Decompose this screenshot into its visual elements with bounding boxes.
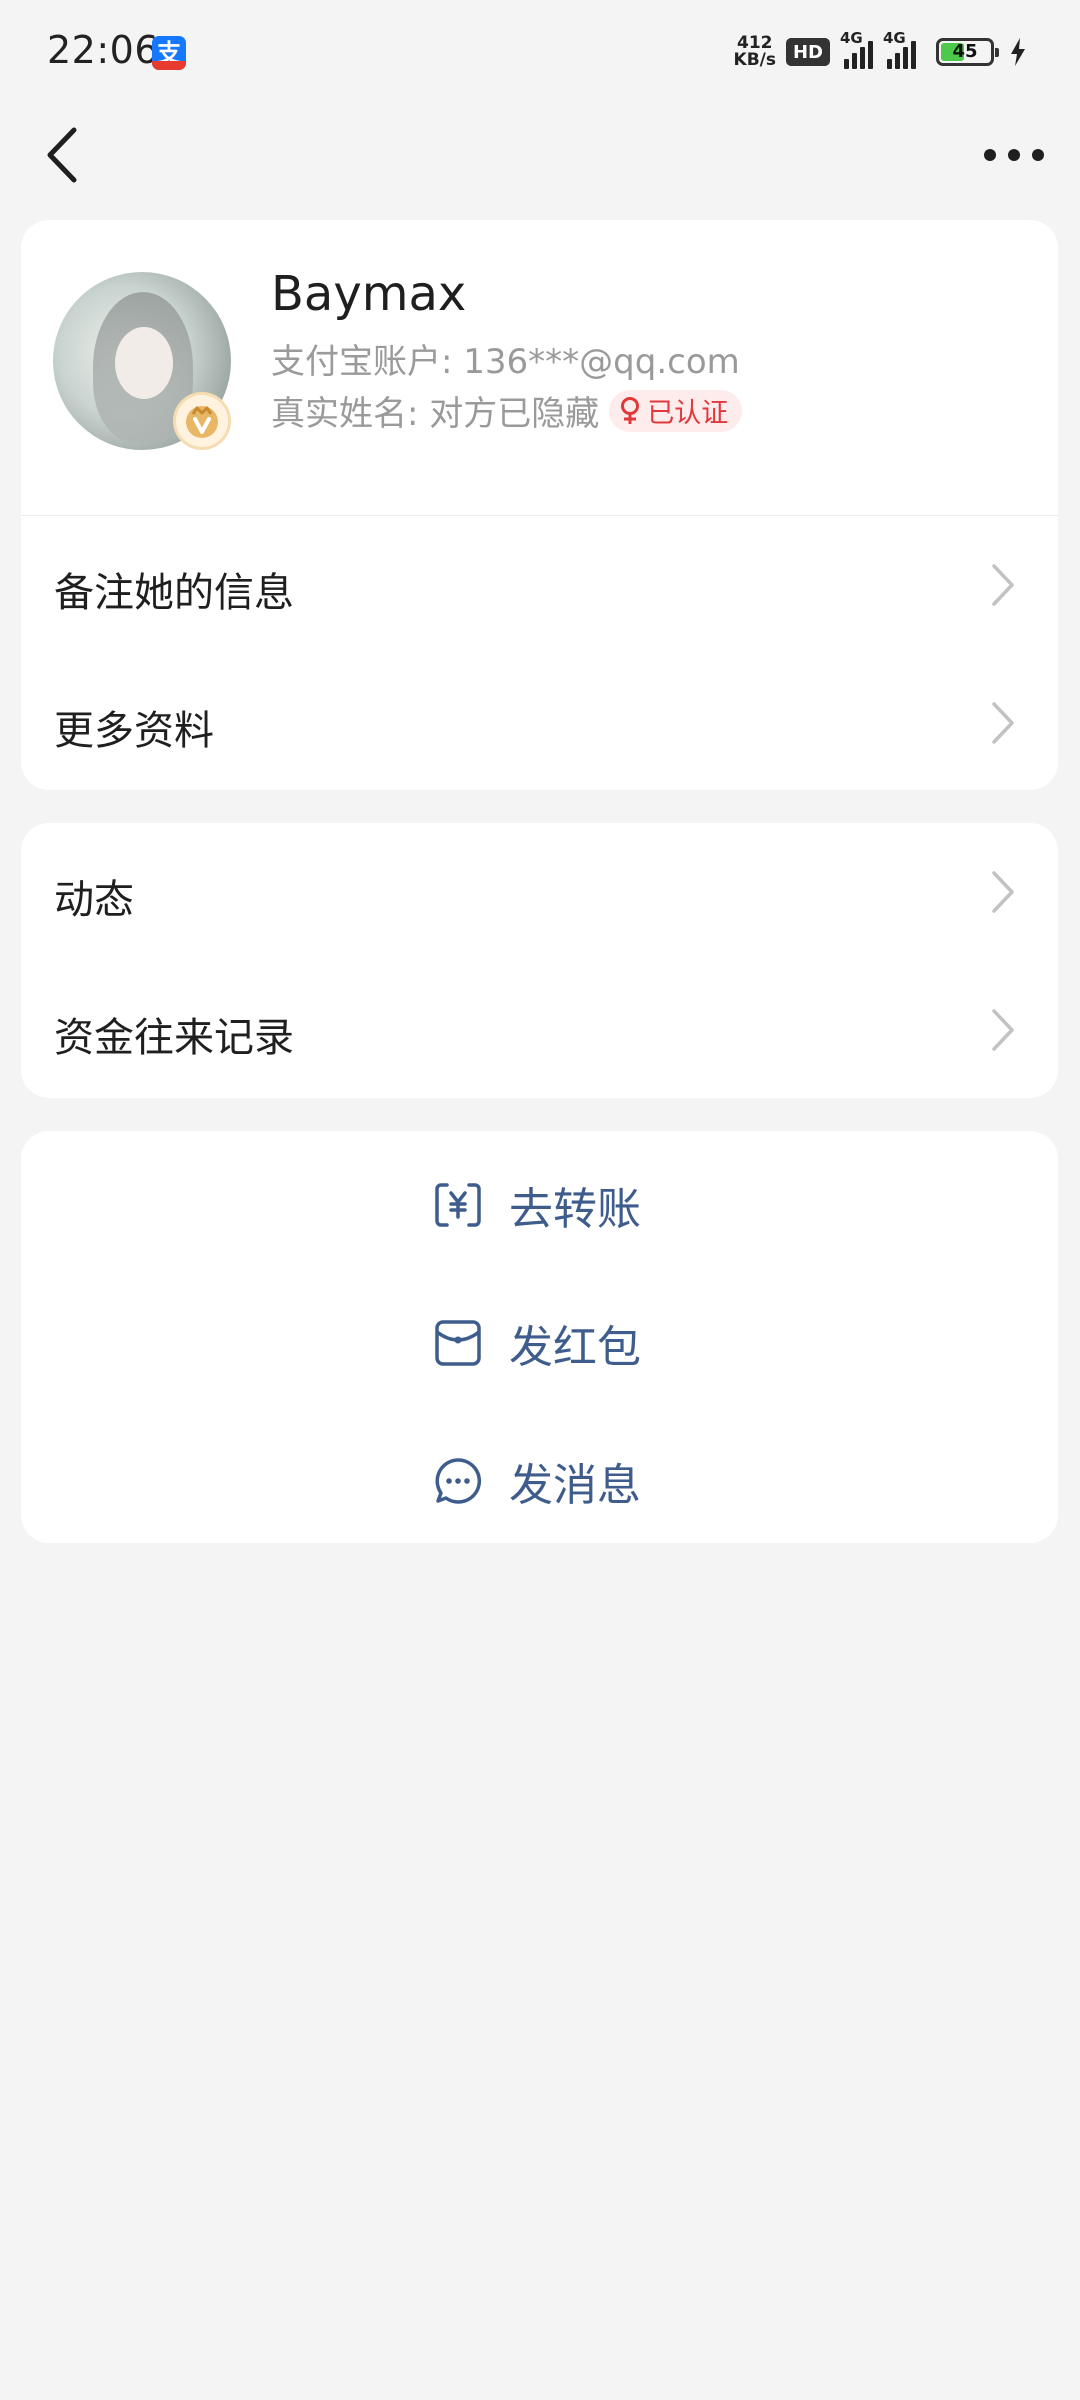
signal-1-icon: 4G xyxy=(840,29,873,69)
red-packet-icon xyxy=(435,1320,481,1366)
alipay-notification-icon: 支 xyxy=(152,36,186,70)
chevron-right-icon xyxy=(992,1009,1014,1051)
transfer-label: 去转账 xyxy=(509,1184,641,1235)
real-name: 真实姓名: 对方已隐藏 xyxy=(271,394,600,434)
red-packet-button[interactable]: 发红包 xyxy=(21,1269,1058,1407)
remark-info-row[interactable]: 备注她的信息 xyxy=(21,516,1058,654)
transfer-button[interactable]: 去转账 xyxy=(21,1131,1058,1269)
transaction-history-label: 资金往来记录 xyxy=(54,1015,294,1061)
profile-card: Baymax 支付宝账户: 136***@qq.com 真实姓名: 对方已隐藏 … xyxy=(21,220,1058,790)
alipay-badge-char: 支 xyxy=(157,39,181,67)
more-dots-icon xyxy=(984,149,996,161)
verified-tag: 已认证 xyxy=(609,389,743,432)
back-arrow-icon xyxy=(47,127,77,183)
verified-label: 已认证 xyxy=(647,398,729,429)
send-message-button[interactable]: 发消息 xyxy=(21,1407,1058,1545)
more-options-button[interactable] xyxy=(984,130,1044,180)
more-profile-row[interactable]: 更多资料 xyxy=(21,654,1058,792)
actions-card: 去转账 发红包 发消息 xyxy=(21,1131,1058,1543)
red-packet-label: 发红包 xyxy=(509,1322,641,1373)
moments-label: 动态 xyxy=(54,877,134,923)
user-name: Baymax xyxy=(271,266,467,322)
send-message-label: 发消息 xyxy=(509,1460,641,1511)
alipay-account: 支付宝账户: 136***@qq.com xyxy=(271,342,740,382)
network-type-2: 4G xyxy=(883,29,906,47)
female-icon xyxy=(621,396,640,424)
transaction-history-row[interactable]: 资金往来记录 xyxy=(21,961,1058,1099)
remark-info-label: 备注她的信息 xyxy=(54,570,294,616)
status-time: 22:06 xyxy=(47,28,160,72)
transfer-icon xyxy=(435,1183,481,1227)
member-badge-icon xyxy=(173,392,231,450)
net-speed: 412 KB/s xyxy=(734,35,776,69)
status-icons: 412 KB/s HD 4G 4G 45 xyxy=(734,29,1028,72)
back-button[interactable] xyxy=(40,120,90,190)
chevron-right-icon xyxy=(992,871,1014,913)
activity-card: 动态 资金往来记录 xyxy=(21,823,1058,1098)
network-type-1: 4G xyxy=(840,29,863,47)
battery-percent: 45 xyxy=(952,41,978,62)
chevron-right-icon xyxy=(992,564,1014,606)
more-profile-label: 更多资料 xyxy=(54,708,214,754)
message-icon xyxy=(435,1458,482,1504)
hd-voice-icon: HD xyxy=(786,38,830,66)
real-name-row: 真实姓名: 对方已隐藏 已认证 xyxy=(271,386,743,435)
moments-row[interactable]: 动态 xyxy=(21,823,1058,961)
signal-2-icon: 4G xyxy=(883,29,916,69)
status-bar: 22:06 支 412 KB/s HD 4G 4G 45 xyxy=(0,0,1080,100)
battery-icon: 45 xyxy=(936,38,999,66)
charging-icon xyxy=(1011,38,1025,66)
net-speed-unit: KB/s xyxy=(733,50,776,70)
chevron-right-icon xyxy=(992,702,1014,744)
